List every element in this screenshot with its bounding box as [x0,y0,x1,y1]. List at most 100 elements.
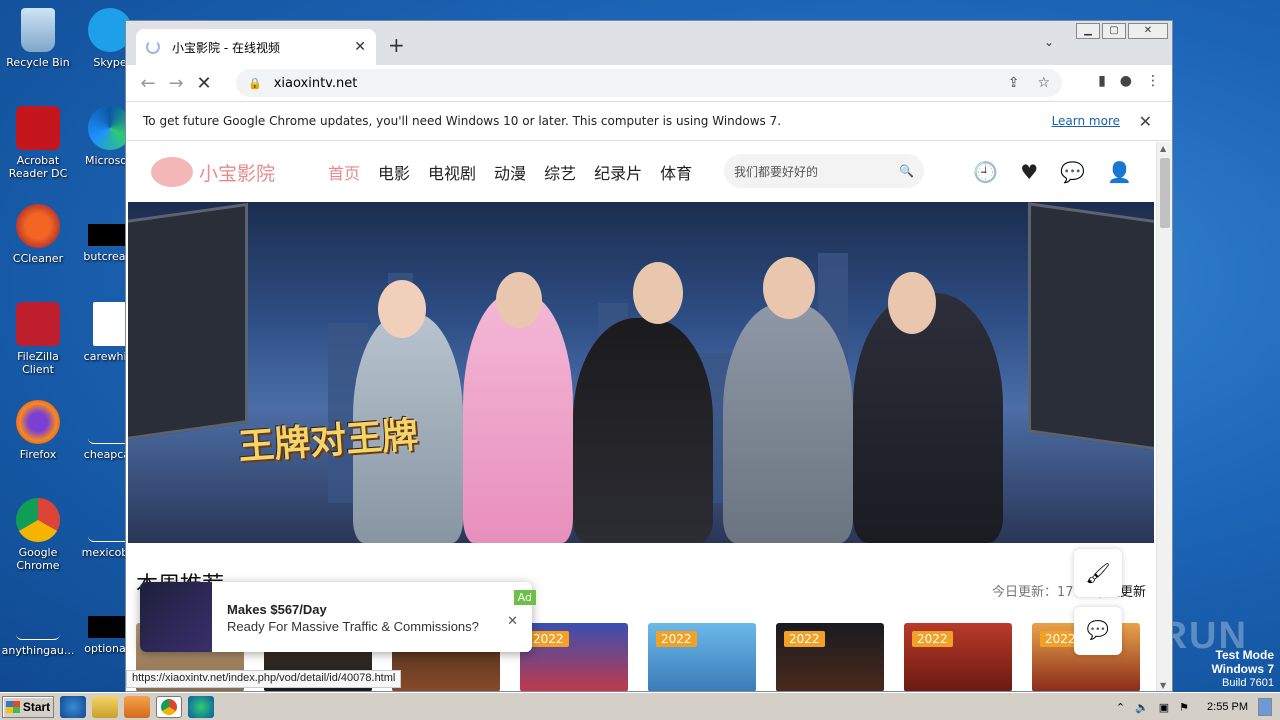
nav-tv[interactable]: 电视剧 [428,160,476,184]
video-card[interactable]: 2022 [904,623,1012,691]
flag-icon[interactable]: ⚑ [1179,701,1189,714]
scroll-thumb[interactable] [1160,158,1170,228]
bookmark-star-icon[interactable]: ☆ [1037,75,1050,91]
ad-tag: Ad [513,590,536,605]
profile-avatar-icon[interactable]: ● [1120,73,1132,89]
site-header: 小宝影院 首页 电影 电视剧 动漫 综艺 纪录片 体育 我们都要好好的 🔍 🕘 … [126,142,1156,202]
windows-logo-icon [5,700,20,713]
stop-loading-button[interactable]: ✕ [190,73,218,94]
lock-icon[interactable]: 🔒 [248,77,262,90]
maximize-button[interactable]: ▢ [1102,23,1126,39]
chat-icon: 💬 [1086,620,1110,641]
hero-banner[interactable]: 王牌对王牌 [128,202,1154,543]
address-bar[interactable]: 🔒 xiaoxintv.net ⇪ ☆ [236,69,1062,97]
ie-taskbar-icon[interactable] [60,695,86,718]
learn-more-link[interactable]: Learn more [1052,114,1120,128]
share-icon[interactable]: ⇪ [1008,75,1020,91]
tab-strip: 小宝影院 - 在线视频 ✕ + ⌄ ▁ ▢ ✕ [126,21,1172,65]
ad-thumbnail [140,582,212,652]
desktop-icon-anythingau[interactable]: anythingau... [0,596,76,657]
edge-taskbar-icon[interactable] [188,695,214,718]
desktop-icon-filezilla[interactable]: FileZilla Client [0,302,76,376]
video-card[interactable]: 2022 [520,623,628,691]
desktop-icon-acrobat[interactable]: Acrobat Reader DC [0,106,76,180]
close-tab-icon[interactable]: ✕ [354,39,366,55]
url-text[interactable]: xiaoxintv.net [274,76,358,91]
ad-headline: Makes $567/Day [227,602,327,617]
show-desktop-button[interactable] [1258,698,1272,716]
desktop-icon-ccleaner[interactable]: CCleaner [0,204,76,265]
ad-subtext: Ready For Massive Traffic & Commissions? [227,619,479,634]
year-badge: 2022 [656,631,697,647]
forward-button[interactable]: → [162,73,190,94]
scroll-up-icon[interactable]: ▲ [1160,144,1166,153]
infobar-text: To get future Google Chrome updates, you… [143,114,782,128]
tray-expand-icon[interactable]: ⌃ [1116,701,1125,714]
ccleaner-icon [16,204,60,248]
chrome-icon [16,498,60,542]
video-card[interactable]: 2022 [648,623,756,691]
firefox-icon [16,400,60,444]
taskbar: Start ⌃ 🔈 ▣ ⚑ 2:55 PM [0,692,1280,720]
message-chat-icon[interactable]: 💬 [1060,160,1085,184]
site-logo[interactable]: 小宝影院 [151,157,326,187]
desktop-icon-firefox[interactable]: Firefox [0,400,76,461]
nav-home[interactable]: 首页 [328,160,360,184]
filezilla-icon [16,302,60,346]
acrobat-icon [16,106,60,150]
nav-documentary[interactable]: 纪录片 [594,160,642,184]
clock[interactable]: 2:55 PM [1207,701,1248,713]
nav-variety[interactable]: 综艺 [544,160,576,184]
ad-popup[interactable]: Makes $567/Day Ready For Massive Traffic… [140,582,536,652]
update-counts: 今日更新：176 最近更新 [992,581,1146,600]
search-icon[interactable]: 🔍 [899,164,914,178]
update-infobar: To get future Google Chrome updates, you… [126,101,1172,141]
year-badge: 2022 [784,631,825,647]
toolbar-right: ▮ ● ⋮ [1098,73,1160,89]
history-clock-icon[interactable]: 🕘 [973,160,998,184]
nav-anime[interactable]: 动漫 [494,160,526,184]
network-icon[interactable]: ▣ [1159,701,1169,714]
tab-active[interactable]: 小宝影院 - 在线视频 ✕ [136,29,376,65]
recycle-bin-icon [21,8,55,52]
favorites-heart-icon[interactable]: ♥ [1020,160,1038,184]
close-window-button[interactable]: ✕ [1128,23,1168,39]
menu-kebab-icon[interactable]: ⋮ [1146,73,1160,89]
side-panel-icon[interactable]: ▮ [1098,73,1106,89]
test-mode-watermark: Test Mode Windows 7 Build 7601 [1211,648,1274,689]
desktop-icon-recycle-bin[interactable]: Recycle Bin [0,8,76,69]
user-icon[interactable]: 👤 [1107,160,1132,184]
loading-spinner-icon [146,40,160,54]
ad-close-icon[interactable]: ✕ [507,614,518,629]
main-nav: 首页 电影 电视剧 动漫 综艺 纪录片 体育 [328,160,692,184]
header-icons: 🕘 ♥ 💬 👤 [973,160,1132,184]
video-card[interactable]: 2022 [776,623,884,691]
tab-title: 小宝影院 - 在线视频 [172,40,280,55]
year-badge: 2022 [528,631,569,647]
brush-icon: 🖌 [1085,561,1111,585]
logo-pig-icon [151,157,193,187]
chat-float-button[interactable]: 💬 [1074,607,1122,655]
tab-search-chevron-icon[interactable]: ⌄ [1044,35,1054,49]
chrome-taskbar-icon[interactable] [156,695,182,718]
nav-sports[interactable]: 体育 [660,160,692,184]
black-file-icon [88,224,128,246]
nav-movies[interactable]: 电影 [378,160,410,184]
new-tab-button[interactable]: + [388,33,405,57]
minimize-button[interactable]: ▁ [1076,23,1100,39]
desktop-icon-chrome[interactable]: Google Chrome [0,498,76,572]
explorer-taskbar-icon[interactable] [92,695,118,718]
blank-file-icon [16,596,60,640]
scroll-down-icon[interactable]: ▼ [1160,681,1166,690]
theme-brush-button[interactable]: 🖌 [1074,549,1122,597]
start-button[interactable]: Start [2,695,54,718]
page-scrollbar[interactable]: ▲ ▼ [1156,142,1172,691]
word-doc-icon [93,302,127,346]
infobar-close-icon[interactable]: ✕ [1139,112,1152,131]
back-button[interactable]: ← [134,73,162,94]
status-bar-url: https://xiaoxintv.net/index.php/vod/deta… [126,670,402,688]
media-player-taskbar-icon[interactable] [124,695,150,718]
volume-icon[interactable]: 🔈 [1135,701,1149,714]
site-search-input[interactable]: 我们都要好好的 🔍 [724,154,924,188]
year-badge: 2022 [912,631,953,647]
